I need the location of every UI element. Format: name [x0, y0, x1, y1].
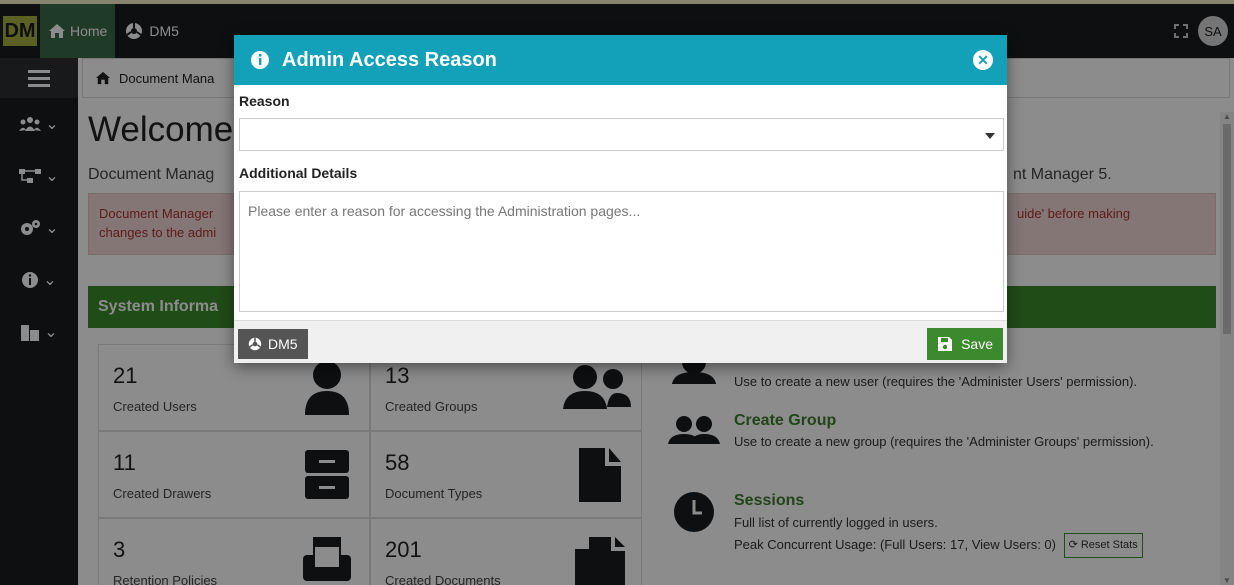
- reason-select[interactable]: [239, 118, 1004, 151]
- dm5-button-label: DM5: [268, 336, 298, 352]
- dm5-button[interactable]: DM5: [238, 329, 308, 359]
- save-button-label: Save: [961, 336, 993, 352]
- details-label: Additional Details: [239, 165, 358, 181]
- modal-title: Admin Access Reason: [282, 48, 497, 71]
- modal-header: Admin Access Reason ✕: [234, 35, 1007, 85]
- modal-footer: DM5 Save: [234, 320, 1007, 363]
- details-textarea[interactable]: Please enter a reason for accessing the …: [239, 191, 1004, 312]
- chevron-down-icon: [985, 133, 995, 139]
- close-icon[interactable]: ✕: [973, 50, 993, 70]
- dm5-icon: [248, 337, 262, 351]
- info-icon: [251, 51, 269, 69]
- reason-label: Reason: [239, 93, 290, 109]
- save-icon: [938, 337, 953, 351]
- admin-access-reason-modal: Admin Access Reason ✕ Reason Additional …: [234, 35, 1007, 363]
- save-button[interactable]: Save: [927, 328, 1003, 360]
